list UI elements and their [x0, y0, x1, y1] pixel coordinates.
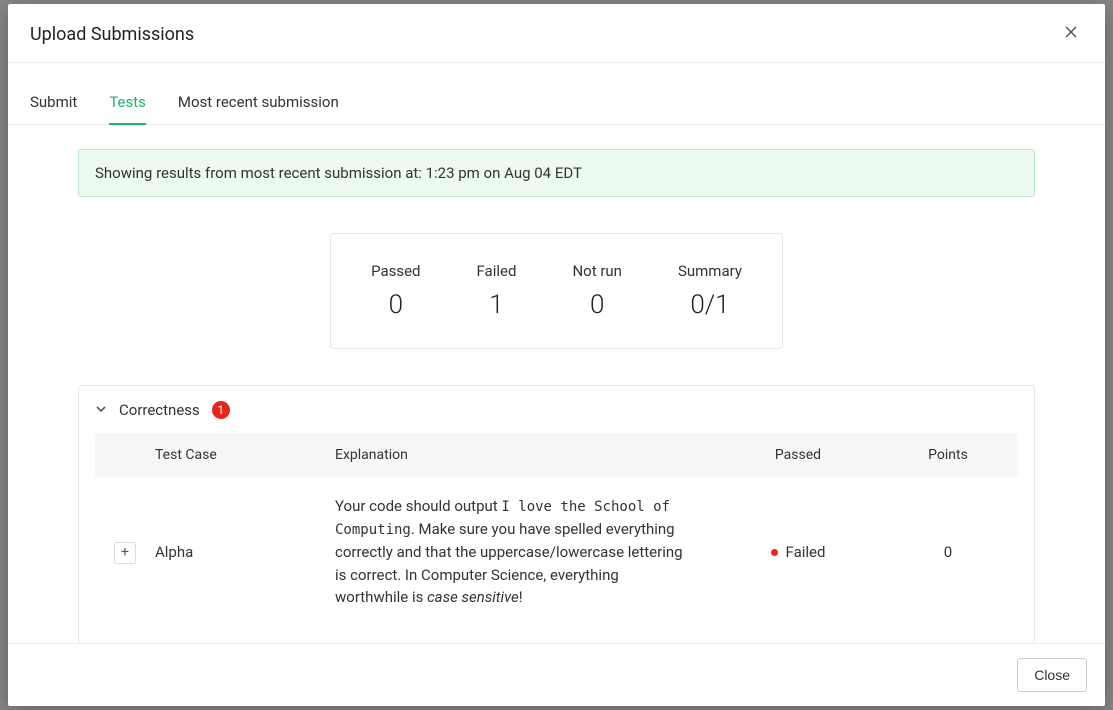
- close-button[interactable]: Close: [1017, 658, 1087, 692]
- explanation-pre: Your code should output: [335, 497, 501, 515]
- col-points: Points: [878, 447, 1018, 463]
- correctness-title: Correctness: [119, 401, 200, 419]
- upload-submissions-modal: Upload Submissions Submit Tests Most rec…: [8, 4, 1105, 706]
- row-expand-cell: +: [95, 540, 155, 564]
- col-expand: [95, 447, 155, 463]
- test-table: Test Case Explanation Passed Points + Al…: [95, 433, 1018, 627]
- tab-tests[interactable]: Tests: [109, 93, 146, 125]
- dot-red-icon: [771, 549, 778, 556]
- tabs: Submit Tests Most recent submission: [8, 93, 1105, 125]
- modal-title: Upload Submissions: [30, 24, 194, 45]
- tab-most-recent-submission[interactable]: Most recent submission: [178, 93, 339, 125]
- expand-row-button[interactable]: +: [114, 542, 136, 564]
- stat-passed: Passed 0: [371, 262, 420, 320]
- status-failed: Failed: [771, 541, 826, 564]
- explanation-post: !: [519, 588, 523, 606]
- stat-passed-label: Passed: [371, 262, 420, 280]
- col-explanation: Explanation: [335, 447, 718, 463]
- stats-card: Passed 0 Failed 1 Not run 0 Summary 0/1: [330, 233, 783, 349]
- table-row: + Alpha Your code should output I love t…: [95, 477, 1018, 627]
- stat-notrun-value: 0: [572, 290, 622, 320]
- row-passed: Failed: [718, 540, 878, 564]
- results-notice: Showing results from most recent submiss…: [78, 149, 1035, 197]
- stat-failed-value: 1: [477, 290, 517, 320]
- correctness-header[interactable]: Correctness 1: [79, 386, 1034, 433]
- close-icon[interactable]: [1059, 20, 1083, 48]
- row-testcase: Alpha: [155, 541, 335, 564]
- col-passed: Passed: [718, 447, 878, 463]
- stat-failed-label: Failed: [477, 262, 517, 280]
- explanation-italic: case sensitive: [427, 588, 519, 606]
- correctness-panel: Correctness 1 Test Case Explanation Pass…: [78, 385, 1035, 643]
- stat-notrun-label: Not run: [572, 262, 622, 280]
- modal-header: Upload Submissions: [8, 4, 1105, 63]
- correctness-badge: 1: [212, 401, 230, 419]
- status-failed-label: Failed: [786, 541, 826, 564]
- col-testcase: Test Case: [155, 447, 335, 463]
- stat-summary: Summary 0/1: [678, 262, 742, 320]
- stat-passed-value: 0: [371, 290, 420, 320]
- tests-content: Showing results from most recent submiss…: [8, 125, 1105, 643]
- stat-summary-value: 0/1: [678, 290, 742, 320]
- modal-footer: Close: [8, 643, 1105, 706]
- stat-summary-label: Summary: [678, 262, 742, 280]
- table-header: Test Case Explanation Passed Points: [95, 433, 1018, 477]
- chevron-down-icon: [95, 400, 107, 419]
- tab-submit[interactable]: Submit: [30, 93, 77, 125]
- stat-notrun: Not run 0: [572, 262, 622, 320]
- row-explanation: Your code should output I love the Schoo…: [335, 495, 718, 609]
- stat-failed: Failed 1: [477, 262, 517, 320]
- row-points: 0: [878, 541, 1018, 564]
- modal-body: Submit Tests Most recent submission Show…: [8, 63, 1105, 643]
